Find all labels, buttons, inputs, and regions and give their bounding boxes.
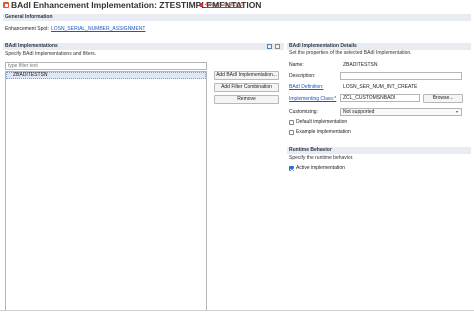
badi-implementation-icon: [3, 2, 9, 8]
remove-button[interactable]: Remove: [214, 95, 279, 104]
name-label: Name:: [289, 62, 304, 68]
add-badi-implementation-button[interactable]: Add BAdI Implementation...: [214, 71, 279, 80]
example-implementation-checkbox[interactable]: [289, 130, 294, 135]
badi-implementations-description: Specify BAdI Implementations and filters…: [5, 51, 97, 57]
errors-detected-link[interactable]: 4 errors detected: [205, 2, 243, 9]
filter-input[interactable]: [5, 62, 207, 70]
enhancement-spot-link[interactable]: LOSN_SERIAL_NUMBER_ASSIGNMENT: [51, 26, 145, 32]
badi-implementations-title: BAdI Implementations: [5, 43, 58, 49]
add-filter-combination-button[interactable]: Add Filter Combination: [214, 83, 279, 92]
customizing-label: Customizing:: [289, 109, 318, 115]
tree-item[interactable]: ZBADITESTSN: [6, 72, 206, 79]
error-icon: [199, 3, 203, 7]
chevron-down-icon[interactable]: [456, 111, 458, 113]
general-information-title: General Information: [5, 14, 53, 20]
example-implementation-label: Example implementation: [296, 129, 351, 135]
badi-definition-field: LOSN_SER_NUM_INT_CREATE: [340, 83, 462, 91]
badi-implementations-tree[interactable]: ZBADITESTSN: [5, 71, 207, 311]
default-implementation-checkbox[interactable]: [289, 120, 294, 125]
implementation-details-description: Set the properties of the selected BAdI …: [289, 50, 412, 56]
runtime-behavior-title: Runtime Behavior: [289, 147, 332, 153]
runtime-behavior-description: Specify the runtime behavior.: [289, 155, 354, 161]
description-label: Description:: [289, 73, 316, 79]
implementing-class-link[interactable]: Implementing Class:*: [289, 96, 336, 102]
active-implementation-checkbox[interactable]: [289, 166, 294, 171]
browse-button[interactable]: Browse...: [423, 94, 463, 103]
default-implementation-label: Default implementation: [296, 119, 348, 125]
editor-bottom-border: [0, 310, 474, 311]
customizing-value: Not supported: [343, 109, 375, 115]
description-input[interactable]: [340, 72, 462, 80]
customizing-select[interactable]: Not supported: [340, 108, 462, 116]
tree-item-label: ZBADITESTSN: [13, 72, 48, 78]
active-implementation-label: Active implementation: [296, 165, 345, 171]
badi-definition-link[interactable]: BAdI Definition:: [289, 84, 323, 90]
enhancement-spot-label: Enhancement Spot:: [5, 26, 49, 32]
implementation-details-title: BAdI Implementation Details: [289, 43, 357, 49]
expand-all-icon[interactable]: [275, 44, 280, 49]
implementing-class-input[interactable]: ZCL_CUSTOMSNBADI: [340, 94, 420, 102]
collapse-all-icon[interactable]: [267, 44, 272, 49]
general-information-header: [3, 14, 471, 21]
name-field: ZBADITESTSN: [340, 61, 462, 69]
